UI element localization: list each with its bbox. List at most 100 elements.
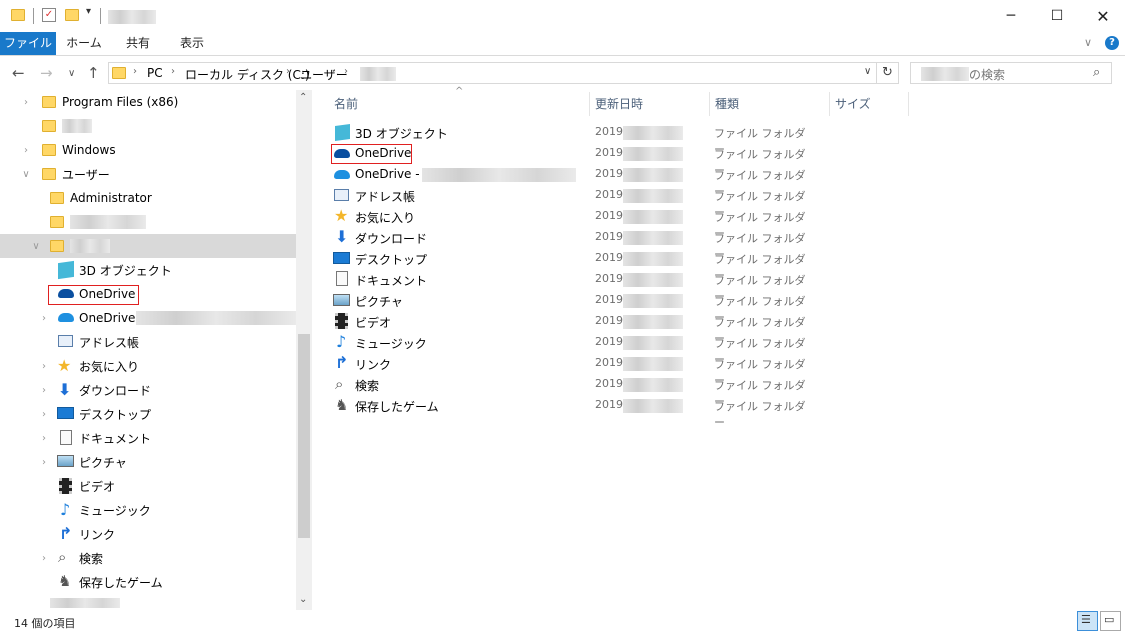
nav-item-label: Program Files (x86) [62,95,179,109]
chevron-right-icon[interactable]: › [21,145,31,156]
file-row[interactable]: ⬇ ダウンロード 2019/ファイル フォルダー [330,227,810,261]
up-button[interactable]: ↑ [87,64,100,82]
nav-item-documents[interactable]: › ドキュメント [0,426,296,450]
folder-icon [42,120,56,132]
address-dropdown-icon[interactable]: ∨ [864,66,871,77]
nav-item-redacted[interactable] [0,114,296,138]
file-name: ダウンロード [355,232,428,246]
file-row[interactable]: デスクトップ 2019/ファイル フォルダー [330,248,810,282]
file-row[interactable]: 3D オブジェクト 2019/ファイル フォルダー [330,122,810,156]
file-date: 2019/ [595,314,627,327]
nav-item-favorites[interactable]: › ★ お気に入り [0,354,296,378]
nav-item-desktop[interactable]: › デスクトップ [0,402,296,426]
nav-item-administrator[interactable]: Administrator [0,186,296,210]
column-date-modified[interactable]: 更新日時 [595,92,643,116]
folder-icon [11,9,25,21]
breadcrumb-user[interactable] [360,67,396,81]
nav-item-redacted[interactable] [0,210,296,234]
chevron-right-icon[interactable]: › [39,457,49,468]
column-separator[interactable] [908,92,909,116]
chevron-right-icon[interactable]: › [39,385,49,396]
address-bar[interactable]: › PC › ローカル ディスク (C:) › ユーザー › ∨ [108,62,877,84]
help-icon[interactable]: ? [1105,36,1119,50]
file-row[interactable]: OneDrive -2019/ファイル フォルダー [330,164,810,198]
file-row[interactable]: ビデオ 2019/ファイル フォルダー [330,311,810,345]
column-separator[interactable] [829,92,830,116]
new-folder-icon[interactable] [65,9,79,21]
nav-item-onedrive-business[interactable]: › OneDrive - [0,306,296,330]
scroll-up-icon[interactable]: ⌃ [299,92,307,103]
chevron-right-icon[interactable]: › [39,433,49,444]
nav-item-label: ドキュメント [79,431,152,446]
star-icon: ★ [334,206,349,225]
close-button[interactable]: ✕ [1080,0,1125,32]
nav-item-pictures[interactable]: › ピクチャ [0,450,296,474]
scrollbar-thumb[interactable] [298,334,310,538]
file-row[interactable]: ★ お気に入り 2019/ファイル フォルダー [330,206,810,240]
chevron-right-icon[interactable]: › [39,553,49,564]
column-separator[interactable] [589,92,590,116]
folder-icon [50,216,64,228]
expand-ribbon-icon[interactable]: ∨ [1084,36,1092,49]
customize-toolbar-icon[interactable]: ▾ [86,6,91,17]
nav-item-redacted[interactable] [0,594,296,610]
file-row[interactable]: ♞ 保存したゲーム 2019/ファイル フォルダー [330,395,810,429]
nav-item-contacts[interactable]: アドレス帳 [0,330,296,354]
breadcrumb-users[interactable]: ユーザー [300,66,348,83]
column-type[interactable]: 種類 [715,92,739,116]
star-icon: ★ [57,356,72,375]
chevron-right-icon[interactable]: › [39,409,49,420]
maximize-button[interactable]: ☐ [1034,0,1080,32]
chevron-right-icon[interactable]: › [39,313,49,324]
details-view-button[interactable]: ☰ [1077,611,1098,631]
file-row[interactable]: ピクチャ 2019/ファイル フォルダー [330,290,810,324]
link-icon: ↱ [59,524,73,543]
column-name[interactable]: 名前 [334,92,358,116]
nav-item-3d-objects[interactable]: 3D オブジェクト [0,258,296,282]
nav-item-users[interactable]: ∨ ユーザー [0,162,296,186]
large-icons-view-button[interactable]: ▭ [1100,611,1121,631]
file-row[interactable]: ↱ リンク 2019/ファイル フォルダー [330,353,810,387]
breadcrumb-local-disk[interactable]: ローカル ディスク (C:) [185,66,310,83]
nav-item-current-user[interactable]: ∨ [0,234,296,258]
file-date: 2019/ [595,146,627,159]
search-box[interactable]: の検索 ⌕ [910,62,1112,84]
tab-home[interactable]: ホーム [58,32,110,55]
nav-item-videos[interactable]: ビデオ [0,474,296,498]
nav-item-saved-games[interactable]: ♞ 保存したゲーム [0,570,296,594]
chevron-down-icon[interactable]: ∨ [21,169,31,180]
forward-button[interactable]: → [40,64,53,82]
onedrive-icon [58,313,74,322]
chevron-down-icon[interactable]: ∨ [31,241,41,252]
nav-item-downloads[interactable]: › ⬇ ダウンロード [0,378,296,402]
recent-locations-icon[interactable]: ∨ [68,68,75,79]
file-name: ピクチャ [355,295,403,309]
refresh-button[interactable]: ↻ [877,62,899,84]
nav-item-links[interactable]: ↱ リンク [0,522,296,546]
back-button[interactable]: ← [12,64,25,82]
nav-item-program-files-x86[interactable]: › Program Files (x86) [0,90,296,114]
tab-view[interactable]: 表示 [166,32,218,55]
scroll-down-icon[interactable]: ⌄ [299,594,307,605]
minimize-button[interactable]: ─ [988,0,1034,32]
column-size[interactable]: サイズ [835,92,871,116]
search-location-name [921,67,969,81]
properties-icon[interactable]: ✓ [42,8,56,22]
file-row[interactable]: ⌕ 検索 2019/ファイル フォルダー [330,374,810,408]
tab-file[interactable]: ファイル [0,32,56,55]
column-separator[interactable] [709,92,710,116]
tab-share[interactable]: 共有 [112,32,164,55]
breadcrumb-pc[interactable]: PC [147,66,163,80]
nav-item-onedrive[interactable]: OneDrive [0,282,296,306]
nav-item-searches[interactable]: › ⌕ 検索 [0,546,296,570]
nav-item-music[interactable]: ♪ ミュージック [0,498,296,522]
divider [100,8,101,24]
search-icon[interactable]: ⌕ [1093,65,1100,80]
chevron-right-icon[interactable]: › [39,361,49,372]
file-row[interactable]: ♪ ミュージック 2019/ファイル フォルダー [330,332,810,366]
file-row[interactable]: ドキュメント 2019/ファイル フォルダー [330,269,810,303]
nav-item-label: リンク [79,527,116,542]
nav-item-windows[interactable]: › Windows [0,138,296,162]
chevron-right-icon[interactable]: › [21,97,31,108]
file-row[interactable]: アドレス帳 2019/ファイル フォルダー [330,185,810,219]
